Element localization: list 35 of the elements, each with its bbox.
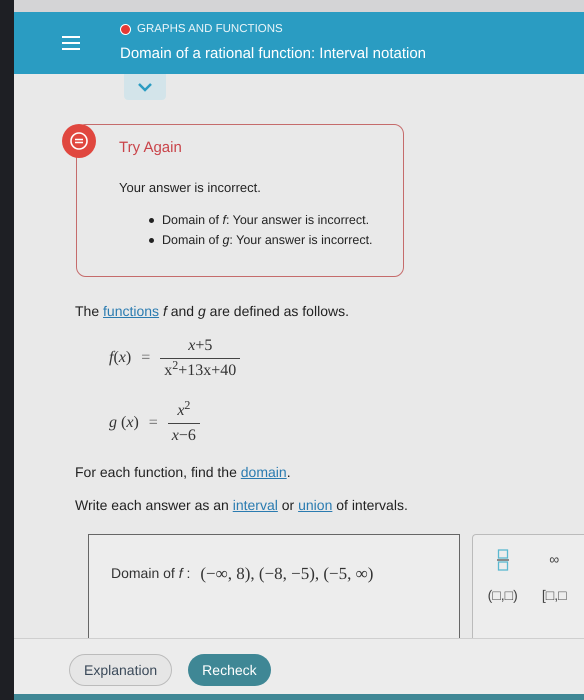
keypad-key[interactable]: (□,□)	[477, 582, 528, 608]
glossary-link[interactable]: domain	[240, 464, 287, 480]
recheck-button[interactable]: Recheck	[188, 654, 271, 686]
equals-sign: =	[141, 348, 150, 368]
feedback-item: Domain of f: Your answer is incorrect.	[162, 212, 370, 229]
bullet-icon	[149, 238, 154, 243]
fraction-icon	[496, 548, 509, 570]
feedback-title: Try Again	[119, 138, 183, 158]
answer-label: Domain of f :	[111, 564, 190, 582]
chevron-down-icon	[138, 82, 152, 92]
problem-statement: The functions f and g are defined as follows.	[75, 302, 350, 321]
feedback-message: Your answer is incorrect.	[119, 178, 262, 196]
numerator: x+5	[187, 336, 214, 356]
instruction-text: For each function, find the domain.	[75, 462, 292, 482]
menu-icon[interactable]	[62, 36, 80, 50]
answer-field[interactable]: (−∞, 8), (−8, −5), (−5, ∞)	[200, 560, 374, 586]
instruction-text: Write each answer as an interval or union of intervals.	[75, 496, 409, 514]
feedback-icon	[62, 124, 96, 158]
glossary-link[interactable]: functions	[103, 302, 160, 318]
function-name: g (x)	[109, 413, 139, 433]
topic-category: GRAPHS AND FUNCTIONS	[137, 22, 283, 37]
denominator: x−6	[170, 426, 197, 446]
topic-title: Domain of a rational function: Interval notation	[120, 44, 426, 64]
bullet-icon	[149, 218, 154, 223]
equals-sign: =	[148, 413, 158, 433]
expand-tab[interactable]	[124, 74, 166, 100]
function-name: f(x)	[109, 348, 132, 368]
keypad-key[interactable]: [□,□	[528, 582, 580, 608]
glossary-link[interactable]: interval	[232, 496, 278, 512]
glossary-link[interactable]: union	[298, 496, 332, 512]
feedback-item: Domain of g: Your answer is incorrect.	[162, 232, 373, 249]
explanation-button[interactable]: Explanation	[69, 654, 172, 686]
numerator: x$^{2}$	[176, 398, 192, 420]
denominator: x$^{2}$+13x+40	[163, 358, 238, 380]
keypad-key[interactable]: ∞	[528, 546, 580, 572]
